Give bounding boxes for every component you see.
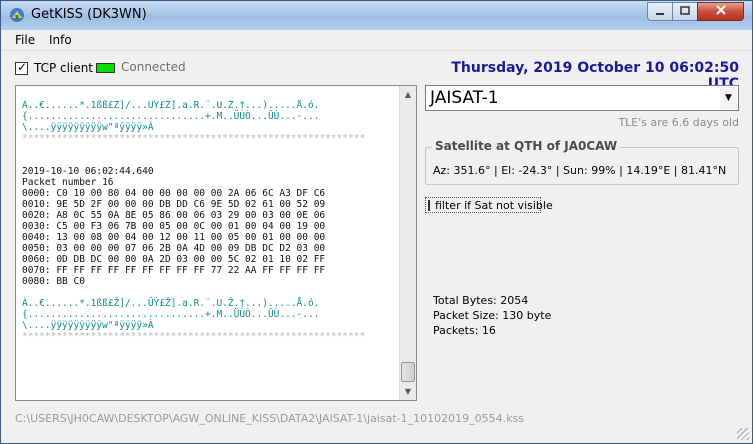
title-bar[interactable]: GetKISS (DK3WN) — [1, 1, 752, 30]
chevron-down-icon[interactable]: ▼ — [720, 87, 737, 109]
log-line: 0020: A8 0C 55 0A 8E 05 86 00 06 03 29 0… — [22, 210, 326, 221]
log-line: 0000: C0 10 00 80 04 00 00 00 00 00 2A 0… — [22, 188, 326, 199]
maximize-button[interactable] — [672, 2, 698, 21]
log-line: {...............................+.M..ÜÙÒ… — [22, 111, 320, 122]
tcp-client-checkbox[interactable]: ✓ TCP client — [15, 59, 93, 77]
log-line: 0060: 0D DB DC 00 00 0A 2D 03 00 00 5C 0… — [22, 254, 326, 265]
packet-count: Packets: 16 — [433, 324, 496, 337]
log-line: 2019-10-10 06:02:44.640 — [22, 166, 154, 177]
filter-not-visible-checkbox[interactable]: filter if Sat not visible — [425, 197, 553, 213]
filter-check[interactable] — [428, 199, 430, 211]
scroll-down-arrow-icon[interactable]: ▼ — [400, 383, 416, 400]
log-line: \....ÿÿÿÿÿÿÿÿÿw"ªÿÿÿÿ»À — [22, 122, 154, 133]
total-bytes: Total Bytes: 2054 — [433, 294, 529, 307]
app-window: GetKISS (DK3WN) File Info ✓ TCP client C… — [0, 0, 753, 444]
log-line: 0050: 03 00 00 00 07 06 2B 0A 4D 00 09 D… — [22, 243, 326, 254]
packet-stats: Total Bytes: 2054 Packet Size: 130 byte … — [433, 293, 551, 338]
log-line: 0030: C5 00 F3 06 7B 00 05 00 0C 00 01 0… — [22, 221, 326, 232]
menu-file[interactable]: File — [15, 33, 35, 47]
tcp-client-label: TCP client — [34, 61, 94, 75]
log-line: {...............................+.M..ÜÙÒ… — [22, 309, 320, 320]
tle-age-note: TLE's are 6.6 days old — [618, 116, 739, 129]
log-line: ****************************************… — [22, 133, 366, 144]
connection-status: Connected — [121, 60, 186, 74]
minimize-button[interactable] — [647, 2, 673, 21]
resize-grip-icon[interactable] — [737, 428, 749, 440]
satellite-app-icon — [9, 7, 25, 23]
menu-bar: File Info — [1, 30, 752, 51]
log-line: 0040: 13 00 08 00 04 00 12 00 11 00 05 0… — [22, 232, 326, 243]
log-line: 0080: BB C0 — [22, 276, 85, 287]
window-title: GetKISS (DK3WN) — [31, 7, 147, 22]
close-button[interactable] — [697, 2, 744, 21]
maximize-icon — [680, 5, 690, 19]
log-line: ****************************************… — [22, 331, 366, 342]
minimize-icon — [655, 5, 665, 19]
packet-log[interactable]: À..€......*.1ßß£Ž]/...ÛÝ£Ž].a.R.¨.U.Ž.†.… — [15, 85, 417, 401]
close-icon — [715, 4, 727, 19]
log-line: \....ÿÿÿÿÿÿÿÿÿw"ªÿÿÿÿ»À — [22, 320, 154, 331]
satellite-select[interactable]: JAISAT-1 ▼ — [425, 85, 739, 111]
log-scrollbar[interactable]: ▲ ▼ — [399, 86, 416, 400]
packet-log-content: À..€......*.1ßß£Ž]/...ÛÝ£Ž].a.R.¨.U.Ž.†.… — [22, 100, 398, 400]
filter-label: filter if Sat not visible — [435, 198, 553, 212]
scroll-thumb[interactable] — [401, 362, 415, 382]
log-line: À..€......*.1ßß£Ž]/...ÛÝ£Ž].a.R.¨.U.Ž.†.… — [22, 100, 320, 111]
packet-size: Packet Size: 130 byte — [433, 309, 552, 322]
satellite-position-readout: Az: 351.6° | El: -24.3° | Sun: 99% | 14.… — [433, 164, 727, 177]
check-icon: ✓ — [17, 59, 28, 74]
log-line: 0010: 9E 5D 2F 00 00 00 DB DD C6 9E 5D 0… — [22, 199, 326, 210]
log-line: Packet number 16 — [22, 177, 114, 188]
menu-info[interactable]: Info — [49, 33, 72, 47]
log-line: 0070: FF FF FF FF FF FF FF FF FF 77 22 A… — [22, 265, 326, 276]
connection-led-indicator — [96, 63, 115, 73]
log-line: À..€......*.1ßß£Ž]/...ÛÝ£Ž].a.R.¨.U.Ž.†.… — [22, 298, 320, 309]
satellite-select-value: JAISAT-1 — [430, 88, 499, 108]
file-path-status: C:\USERS\JH0CAW\DESKTOP\AGW_ONLINE_KISS\… — [15, 412, 524, 425]
scroll-up-arrow-icon[interactable]: ▲ — [400, 86, 416, 103]
qth-group-title: Satellite at QTH of JA0CAW — [432, 139, 621, 153]
tcp-client-check[interactable]: ✓ — [15, 59, 28, 75]
satellite-qth-group: Satellite at QTH of JA0CAW Az: 351.6° | … — [425, 139, 739, 185]
